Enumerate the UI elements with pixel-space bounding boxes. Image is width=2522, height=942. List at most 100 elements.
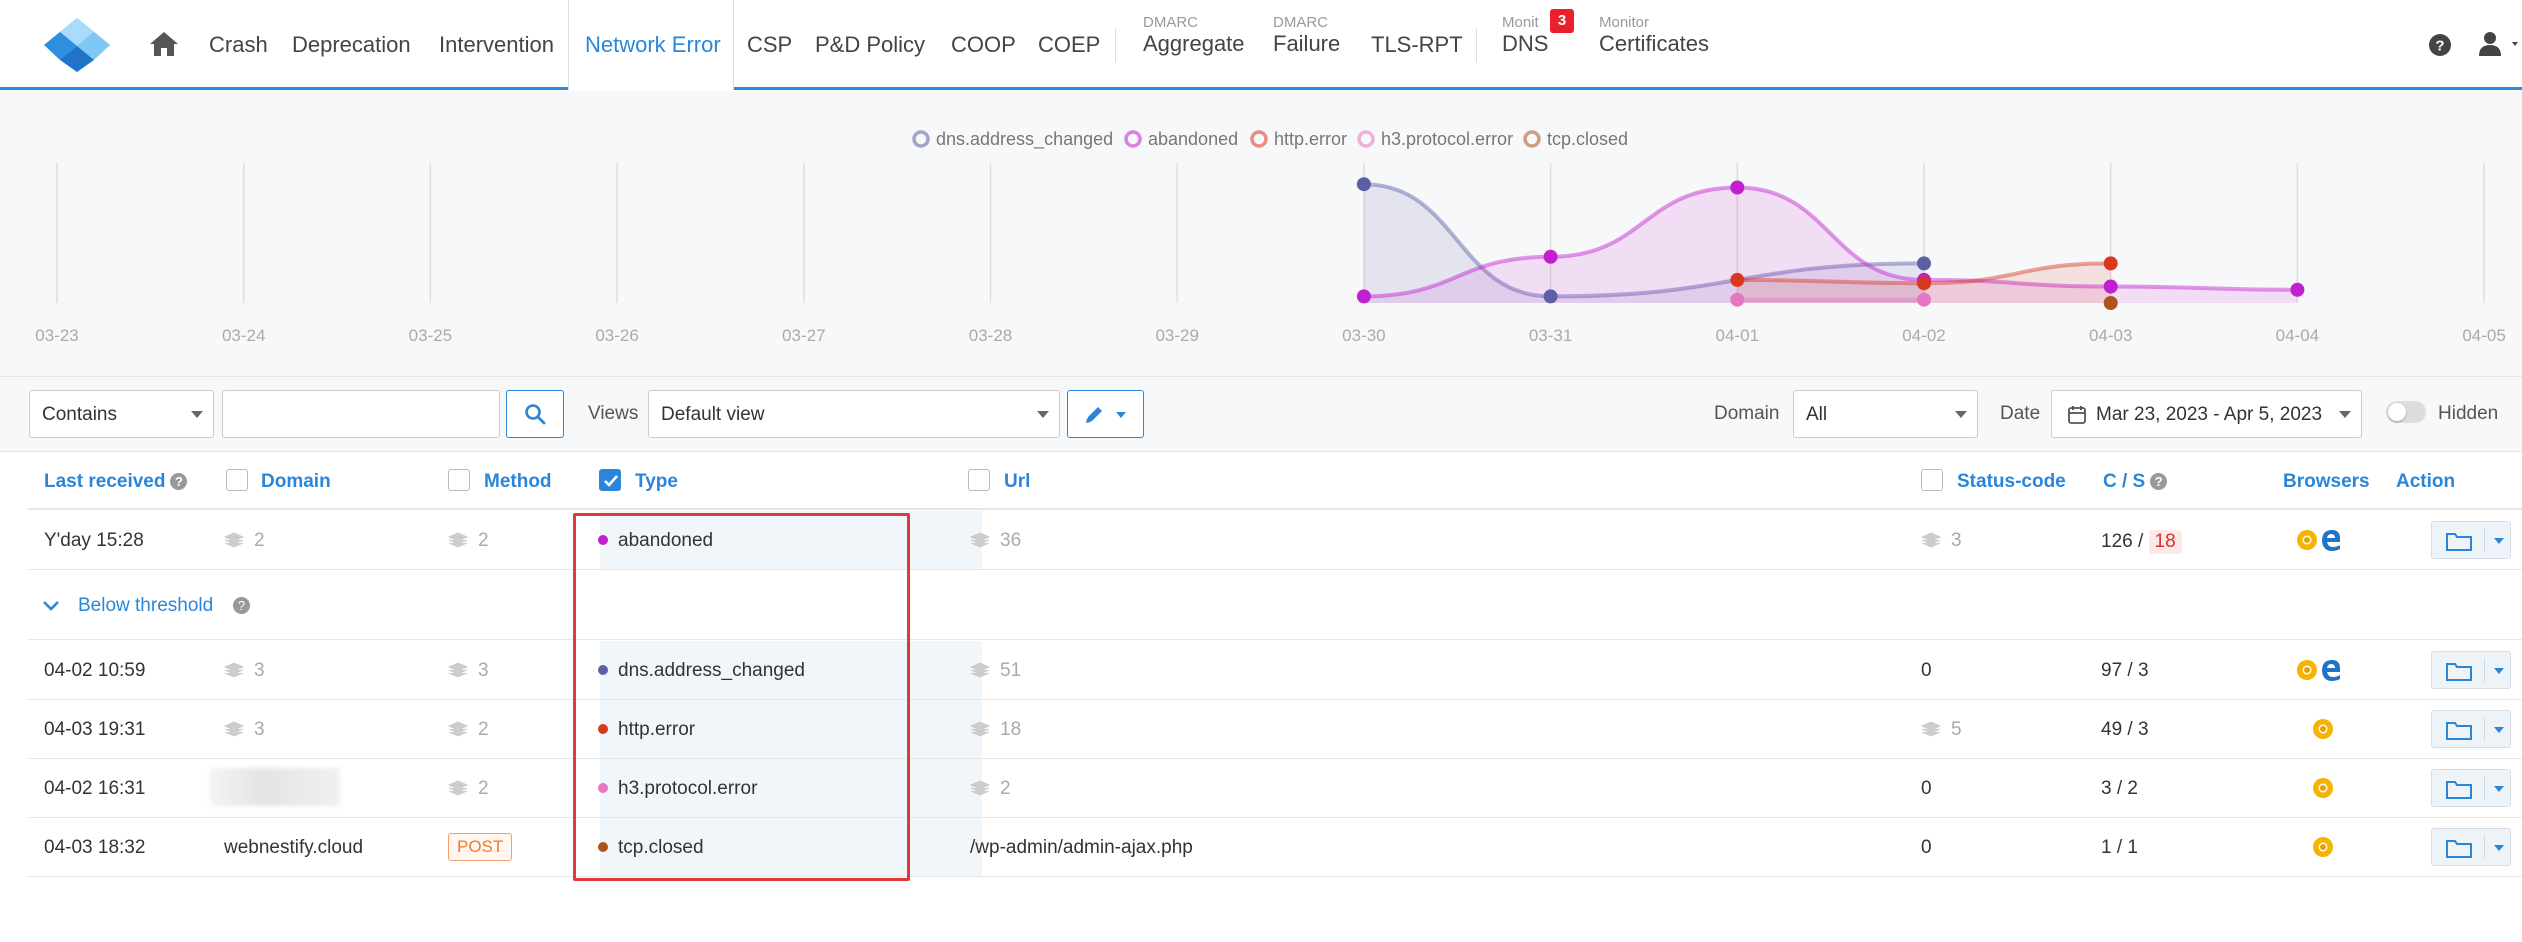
- legend-label[interactable]: tcp.closed: [1547, 129, 1628, 149]
- caret-down-icon[interactable]: [2494, 786, 2504, 792]
- legend-marker[interactable]: [912, 130, 930, 148]
- table-row[interactable]: 04-03 19:31 3 2 18 http.error 5 49 / 3: [28, 700, 2522, 759]
- url-count-cell[interactable]: 2: [970, 778, 1011, 800]
- data-point[interactable]: [1356, 177, 1371, 192]
- app-logo[interactable]: [42, 16, 112, 74]
- url-count-cell[interactable]: 51: [970, 660, 1021, 682]
- table-row[interactable]: 04-02 10:59 3 3 51 dns.address_changed 0 97 / …: [28, 641, 2522, 700]
- method-count: 2: [478, 530, 489, 551]
- data-point[interactable]: [1356, 289, 1371, 304]
- action-button[interactable]: [2431, 710, 2511, 748]
- caret-down-icon[interactable]: [2494, 727, 2504, 733]
- data-point[interactable]: [1917, 276, 1931, 291]
- method-count-cell[interactable]: 2: [448, 530, 489, 552]
- data-point[interactable]: [2103, 296, 2118, 310]
- cs-cell: 1 / 1: [2101, 837, 2138, 858]
- legend-label[interactable]: h3.protocol.error: [1381, 129, 1513, 149]
- x-tick-label: 04-05: [2462, 326, 2505, 345]
- status-code-column-checkbox[interactable]: [1921, 469, 1943, 491]
- table-row[interactable]: 04-03 18:32 webnestify.cloud POST/wp-admin…: [28, 818, 2522, 877]
- col-cs[interactable]: C / S?: [2103, 471, 2168, 493]
- data-point[interactable]: [2290, 282, 2305, 297]
- date-range-picker[interactable]: Mar 23, 2023 - Apr 5, 2023: [2051, 390, 2362, 438]
- x-tick-label: 04-01: [1716, 326, 1759, 345]
- layers-icon: [448, 780, 468, 796]
- url-count-cell[interactable]: 18: [970, 719, 1021, 741]
- caret-down-icon[interactable]: [2494, 668, 2504, 674]
- col-last-received[interactable]: Last received?: [44, 471, 188, 493]
- help-icon[interactable]: ?: [2428, 33, 2452, 57]
- question-icon[interactable]: ?: [2150, 473, 2168, 490]
- question-icon[interactable]: ?: [233, 597, 250, 614]
- data-point[interactable]: [2103, 256, 2118, 271]
- table-row[interactable]: 04-02 16:31 2 2 h3.protocol.error 0 3 / 2: [28, 759, 2522, 818]
- data-point[interactable]: [1543, 289, 1558, 304]
- data-point[interactable]: [1730, 292, 1745, 307]
- action-button[interactable]: [2431, 828, 2511, 866]
- nav-tls-rpt-label: TLS-RPT: [1371, 32, 1463, 57]
- type-color-dot: [598, 783, 608, 793]
- caret-down-icon[interactable]: [2494, 845, 2504, 851]
- last-received-cell: 04-03 18:32: [44, 837, 146, 858]
- search-button[interactable]: [506, 390, 564, 438]
- action-button[interactable]: [2431, 769, 2511, 807]
- col-status-code[interactable]: Status-code: [1957, 471, 2066, 493]
- type-column-checkbox[interactable]: [599, 469, 621, 491]
- method-count-cell[interactable]: 3: [448, 660, 489, 682]
- domain-count-cell[interactable]: 3: [224, 719, 265, 741]
- layers-icon: [970, 721, 990, 737]
- status-count-cell[interactable]: 5: [1921, 719, 1962, 741]
- action-button[interactable]: [2431, 651, 2511, 689]
- url-count-cell[interactable]: 36: [970, 530, 1021, 552]
- type-color-dot: [598, 724, 608, 734]
- domain-count-cell[interactable]: 2: [224, 530, 265, 552]
- nav-coep-label: COEP: [1038, 32, 1101, 57]
- chevron-down-icon: [2339, 411, 2351, 418]
- domain-column-checkbox[interactable]: [226, 469, 248, 491]
- url-column-checkbox[interactable]: [968, 469, 990, 491]
- data-point[interactable]: [1543, 249, 1558, 264]
- col-url[interactable]: Url: [1004, 471, 1030, 493]
- col-domain[interactable]: Domain: [261, 471, 331, 493]
- layers-icon: [970, 662, 990, 678]
- legend-label[interactable]: dns.address_changed: [936, 129, 1113, 150]
- table-row[interactable]: Y'day 15:28 2 2 abandoned 36 3 126 / 18: [28, 511, 2522, 570]
- method-count-cell[interactable]: 2: [448, 719, 489, 741]
- edit-view-button[interactable]: [1067, 390, 1144, 438]
- folder-icon: [2446, 840, 2472, 858]
- x-tick-label: 03-28: [969, 326, 1012, 345]
- search-input[interactable]: [222, 390, 500, 438]
- legend-marker[interactable]: [1250, 130, 1268, 148]
- status-count-cell[interactable]: 3: [1921, 530, 1962, 552]
- user-menu-icon[interactable]: [2478, 31, 2522, 57]
- legend-label[interactable]: abandoned: [1148, 129, 1238, 149]
- legend-label[interactable]: http.error: [1274, 129, 1347, 149]
- data-point[interactable]: [1917, 292, 1931, 307]
- domain-select[interactable]: All: [1793, 390, 1978, 438]
- data-point[interactable]: [1917, 256, 1931, 271]
- nav-network-error[interactable]: Network Error: [568, 0, 734, 90]
- hidden-toggle[interactable]: [2386, 401, 2426, 423]
- home-icon[interactable]: [148, 30, 180, 58]
- col-action: Action: [2396, 471, 2456, 492]
- method-column-checkbox[interactable]: [448, 469, 470, 491]
- match-mode-select[interactable]: Contains: [29, 390, 214, 438]
- split-divider: [2484, 528, 2485, 552]
- view-select[interactable]: Default view: [648, 390, 1060, 438]
- url-count: 18: [1000, 719, 1022, 740]
- legend-marker[interactable]: [1357, 130, 1375, 148]
- caret-down-icon[interactable]: [2494, 538, 2504, 544]
- col-type[interactable]: Type: [635, 471, 678, 493]
- below-threshold-toggle[interactable]: Below threshold ?: [28, 570, 2522, 640]
- domain-count-cell[interactable]: 3: [224, 660, 265, 682]
- action-button[interactable]: [2431, 521, 2511, 559]
- legend-marker[interactable]: [1523, 130, 1541, 148]
- data-point[interactable]: [2103, 279, 2118, 294]
- nav-coop-label: COOP: [951, 32, 1016, 57]
- question-icon[interactable]: ?: [170, 473, 188, 490]
- data-point[interactable]: [1730, 272, 1745, 287]
- col-method[interactable]: Method: [484, 471, 552, 493]
- data-point[interactable]: [1730, 180, 1745, 195]
- legend-marker[interactable]: [1124, 130, 1142, 148]
- method-count-cell[interactable]: 2: [448, 778, 489, 800]
